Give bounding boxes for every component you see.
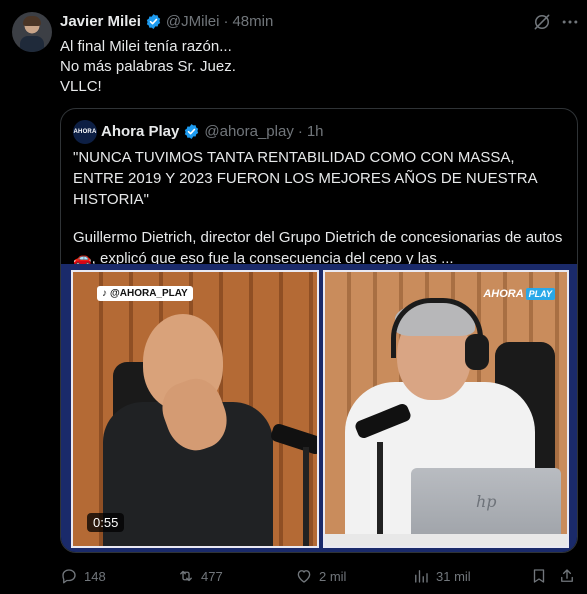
video-panel-left: ♪ @AHORA_PLAY 0:55 — [71, 270, 319, 548]
verified-badge-icon — [185, 123, 199, 139]
brand-text-ahora: AHORA — [483, 288, 524, 300]
quoted-paragraph-2: Guillermo Dietrich, director del Grupo D… — [73, 229, 563, 267]
headphones-earcup — [465, 334, 489, 370]
tweet-actions: 148 477 2 mil 31 mil — [60, 566, 580, 586]
repost-count: 477 — [201, 568, 223, 584]
tweet-timestamp[interactable]: 48min — [232, 13, 273, 30]
quoted-timestamp[interactable]: 1h — [307, 123, 324, 140]
share-icon — [561, 569, 573, 582]
views-button[interactable]: 31 mil — [412, 566, 471, 586]
mic-stand — [377, 442, 383, 542]
author-handle[interactable]: @JMilei — [166, 13, 220, 30]
video-duration: 0:55 — [87, 513, 125, 532]
tweet-line-1: Al final Milei tenía razón... — [60, 38, 232, 55]
views-count: 31 mil — [436, 568, 471, 584]
video-player[interactable]: ♪ @AHORA_PLAY 0:55 hp AHORA PLAY — [61, 264, 577, 552]
laptop-logo-icon: hp — [476, 492, 497, 511]
tiktok-icon: ♪ — [102, 288, 107, 299]
like-count: 2 mil — [319, 568, 347, 584]
author-name[interactable]: Javier Milei — [60, 13, 141, 30]
quoted-paragraph-1: "NUNCA TUVIMOS TANTA RENTABILIDAD COMO C… — [73, 149, 537, 208]
header-separator: · — [223, 12, 229, 30]
tweet-text: Al final Milei tenía razón... No más pal… — [60, 37, 570, 97]
mic-stand — [303, 447, 309, 546]
desk — [325, 534, 567, 546]
quoted-tweet[interactable]: AHORA Ahora Play @ahora_play · 1h "NUNCA… — [60, 108, 578, 553]
microphone — [269, 422, 317, 456]
quoted-author-avatar[interactable]: AHORA — [73, 120, 97, 144]
quoted-author-handle[interactable]: @ahora_play — [204, 123, 293, 140]
reply-icon — [62, 569, 76, 584]
bookmark-icon — [533, 569, 545, 583]
tweet-header: Javier Milei @JMilei · 48min — [60, 11, 273, 31]
author-avatar[interactable] — [12, 12, 52, 52]
video-panel-right: hp AHORA PLAY — [323, 270, 569, 548]
views-chart-icon — [415, 570, 428, 583]
reply-count: 148 — [84, 568, 106, 584]
bookmark-button[interactable] — [530, 566, 548, 586]
share-button[interactable] — [558, 566, 576, 586]
tweet-line-2: No más palabras Sr. Juez. — [60, 58, 236, 75]
tweet[interactable]: Javier Milei @JMilei · 48min Al final Mi… — [0, 0, 587, 594]
watermark-text: @AHORA_PLAY — [110, 288, 188, 299]
grok-icon[interactable] — [532, 12, 552, 32]
brand-text-play: PLAY — [525, 288, 555, 300]
ahora-play-logo: AHORA PLAY — [483, 288, 555, 300]
quoted-tweet-header: Ahora Play @ahora_play · 1h — [101, 121, 324, 141]
repost-button[interactable]: 477 — [177, 566, 223, 586]
heart-icon — [297, 570, 311, 583]
repost-icon — [180, 570, 192, 582]
verified-badge-icon — [146, 13, 161, 29]
like-button[interactable]: 2 mil — [295, 566, 346, 586]
more-options-icon[interactable] — [560, 12, 580, 32]
tweet-line-3: VLLC! — [60, 78, 102, 95]
quoted-author-name[interactable]: Ahora Play — [101, 123, 179, 140]
video-watermark: ♪ @AHORA_PLAY — [97, 286, 193, 301]
quoted-avatar-logo-text: AHORA — [73, 129, 97, 135]
quoted-header-separator: · — [297, 122, 303, 140]
reply-button[interactable]: 148 — [60, 566, 106, 586]
